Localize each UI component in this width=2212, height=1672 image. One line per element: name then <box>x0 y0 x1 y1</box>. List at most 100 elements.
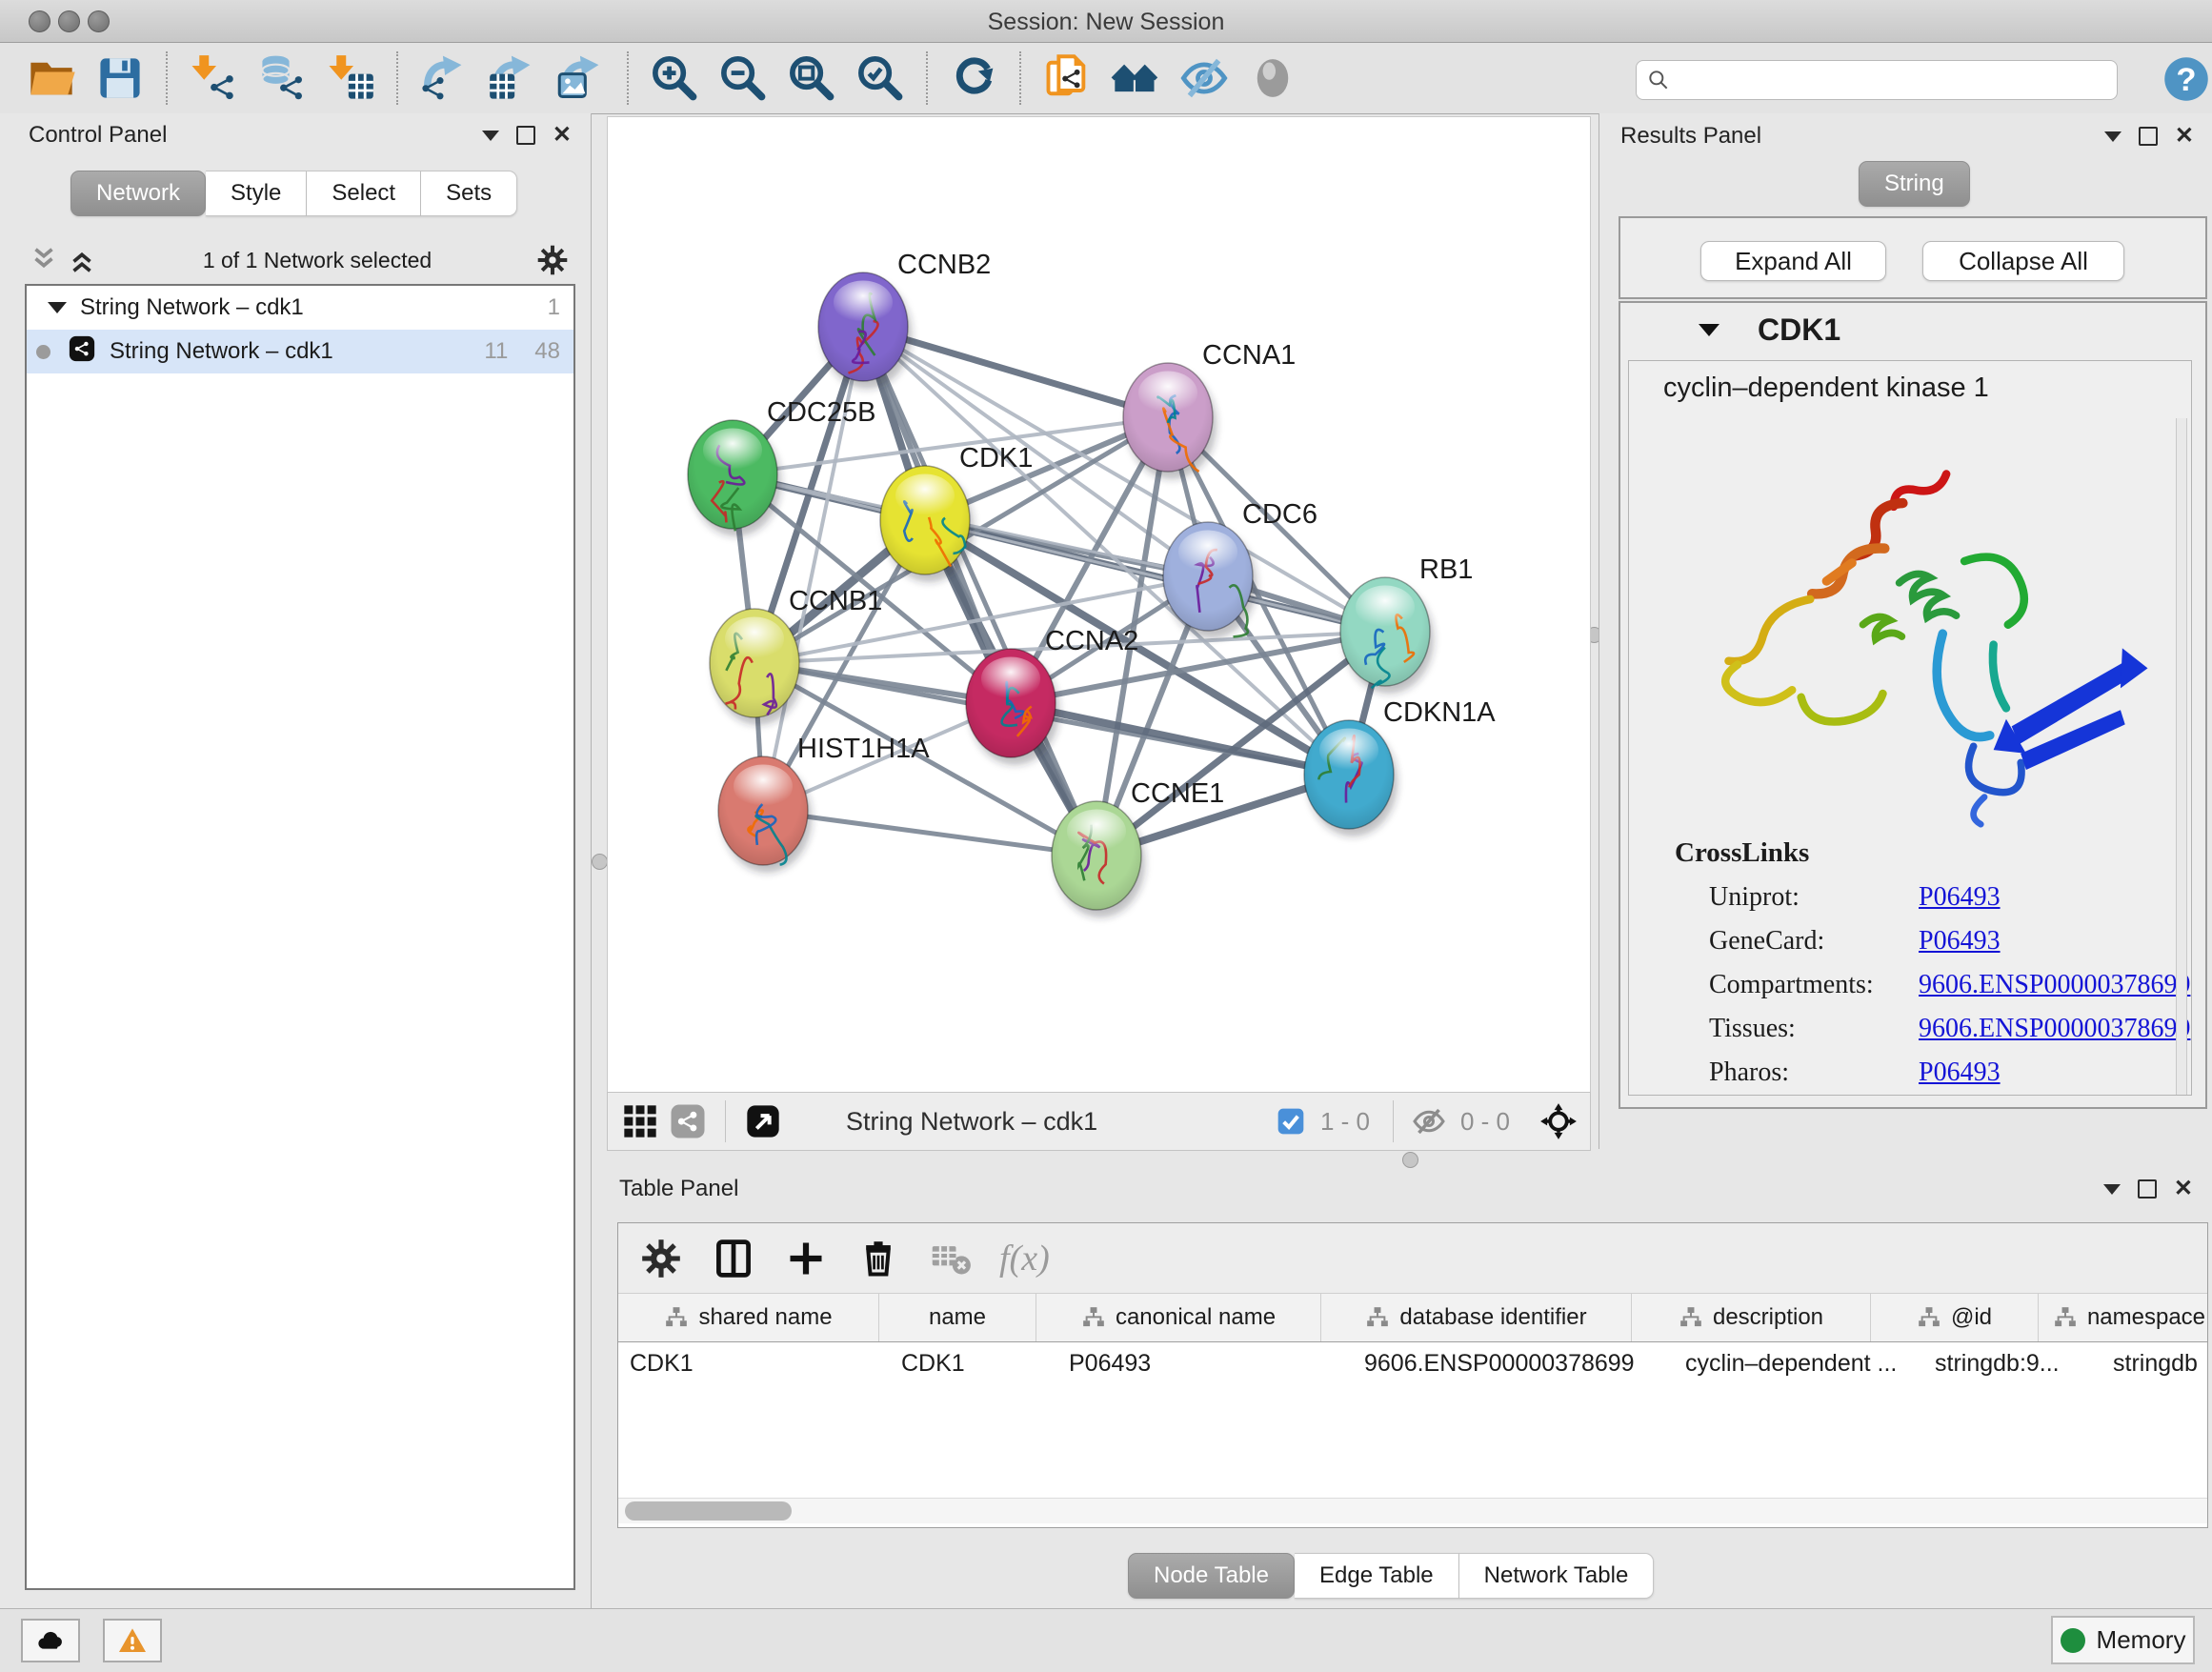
export-image-button[interactable] <box>553 50 610 107</box>
expand-all-button[interactable]: Expand All <box>1700 241 1886 281</box>
network-node[interactable] <box>880 466 974 582</box>
open-folder-button[interactable] <box>23 50 80 107</box>
network-options-gear-icon[interactable] <box>533 241 572 279</box>
crosslink-link[interactable]: P06493 <box>1919 926 2001 957</box>
tab-string[interactable]: String <box>1859 161 1970 207</box>
tab-sets[interactable]: Sets <box>421 171 517 216</box>
export-table-button[interactable] <box>484 50 541 107</box>
selected-checkbox-icon[interactable] <box>1276 1106 1306 1137</box>
tree-row-network[interactable]: String Network – cdk1 11 48 <box>27 330 573 373</box>
table-cell[interactable]: P06493 <box>1057 1342 1353 1385</box>
search-input[interactable] <box>1671 63 2117 97</box>
gene-section-header[interactable]: CDK1 <box>1620 303 2205 356</box>
import-network-file-button[interactable] <box>185 50 242 107</box>
tab-network[interactable]: Network <box>70 171 206 216</box>
home-network-button[interactable] <box>1107 50 1164 107</box>
control-panel-collapse-icon[interactable] <box>482 131 499 141</box>
tab-select[interactable]: Select <box>307 171 421 216</box>
control-panel-float-icon[interactable] <box>516 126 535 145</box>
column-header-database-identifier[interactable]: database identifier <box>1321 1294 1632 1341</box>
hide-selected-button[interactable] <box>1176 50 1233 107</box>
save-session-button[interactable] <box>91 50 149 107</box>
zoom-selected-button[interactable] <box>852 50 909 107</box>
memory-button[interactable]: Memory <box>2051 1616 2195 1664</box>
table-panel-float-icon[interactable] <box>2138 1179 2157 1199</box>
grid-view-icon[interactable] <box>621 1102 659 1140</box>
tree-row-collection[interactable]: String Network – cdk1 1 <box>27 286 573 330</box>
network-node[interactable] <box>1340 577 1434 694</box>
help-button[interactable]: ? <box>2161 53 2212 105</box>
hidden-eye-slash-icon[interactable] <box>1412 1104 1446 1138</box>
results-vertical-scrollbar[interactable] <box>2176 418 2187 1096</box>
network-edge[interactable] <box>763 811 1096 856</box>
network-node[interactable] <box>966 649 1059 765</box>
delete-column-button[interactable] <box>849 1233 908 1284</box>
network-node[interactable] <box>1304 720 1398 836</box>
crosslink-link[interactable]: P06493 <box>1919 1058 2001 1088</box>
results-panel-close-icon[interactable]: ✕ <box>2175 125 2194 148</box>
tab-network-table[interactable]: Network Table <box>1459 1553 1655 1599</box>
scrollbar-thumb[interactable] <box>625 1501 792 1521</box>
table-cell[interactable]: cyclin–dependent ... <box>1674 1342 1923 1385</box>
network-node[interactable] <box>1123 363 1217 479</box>
zoom-fit-button[interactable] <box>783 50 840 107</box>
network-canvas[interactable]: CCNB2CCNA1CDC25BCDK1CDC6RB1CCNB1CCNA2CDK… <box>607 116 1591 1094</box>
crosslink-link[interactable]: 9606.ENSP00000378699 <box>1919 970 2190 1000</box>
zoom-out-button[interactable] <box>714 50 772 107</box>
column-header-name[interactable]: name <box>879 1294 1036 1341</box>
table-settings-button[interactable] <box>632 1233 691 1284</box>
collapse-all-networks-icon[interactable] <box>25 241 63 279</box>
splitter-handle[interactable] <box>1402 1152 1418 1168</box>
search-field[interactable] <box>1636 60 2118 100</box>
table-cell[interactable]: stringdb:9... <box>1923 1342 2101 1385</box>
network-node[interactable] <box>818 272 912 389</box>
network-node[interactable] <box>1163 522 1257 638</box>
warnings-button[interactable] <box>103 1619 162 1662</box>
table-row[interactable]: CDK1CDK1P064939606.ENSP00000378699cyclin… <box>618 1342 2207 1385</box>
column-header-shared-name[interactable]: shared name <box>618 1294 879 1341</box>
network-node[interactable] <box>1052 801 1145 917</box>
table-horizontal-scrollbar[interactable] <box>618 1498 2207 1523</box>
table-panel-close-icon[interactable]: ✕ <box>2174 1178 2193 1200</box>
network-edge[interactable] <box>1011 703 1349 775</box>
import-table-button[interactable] <box>322 50 379 107</box>
fit-crosshair-icon[interactable] <box>1538 1101 1579 1141</box>
network-node[interactable] <box>718 756 812 873</box>
network-edge[interactable] <box>863 327 1096 856</box>
network-node[interactable] <box>710 609 803 725</box>
collapse-all-button[interactable]: Collapse All <box>1922 241 2124 281</box>
control-panel-close-icon[interactable]: ✕ <box>553 124 572 147</box>
refresh-view-button[interactable] <box>945 50 1002 107</box>
table-cell[interactable]: CDK1 <box>890 1342 1057 1385</box>
column-header-description[interactable]: description <box>1632 1294 1871 1341</box>
collapse-gene-icon[interactable] <box>1699 324 1719 336</box>
tab-edge-table[interactable]: Edge Table <box>1295 1553 1459 1599</box>
tree-expander-icon[interactable] <box>48 302 67 313</box>
crosslink-link[interactable]: P06493 <box>1919 882 2001 913</box>
import-network-database-button[interactable] <box>253 50 311 107</box>
column-header-namespace[interactable]: namespace <box>2039 1294 2212 1341</box>
results-panel-collapse-icon[interactable] <box>2104 131 2122 142</box>
add-column-button[interactable] <box>776 1233 835 1284</box>
table-cell[interactable]: 9606.ENSP00000378699 <box>1353 1342 1674 1385</box>
results-panel-float-icon[interactable] <box>2139 127 2158 146</box>
expand-all-networks-icon[interactable] <box>63 241 101 279</box>
show-eye-button[interactable] <box>1244 50 1301 107</box>
first-neighbors-button[interactable] <box>1038 50 1096 107</box>
column-header--id[interactable]: @id <box>1871 1294 2039 1341</box>
table-cell[interactable]: stringdb <box>2101 1342 2212 1385</box>
cloud-button[interactable] <box>21 1619 80 1662</box>
zoom-in-button[interactable] <box>646 50 703 107</box>
network-view-icon[interactable] <box>669 1102 707 1140</box>
table-panel-collapse-icon[interactable] <box>2103 1184 2121 1195</box>
crosslink-link[interactable]: 9606.ENSP00000378699 <box>1919 1014 2190 1044</box>
tab-style[interactable]: Style <box>206 171 307 216</box>
table-cell[interactable]: CDK1 <box>618 1342 890 1385</box>
splitter-handle[interactable] <box>592 854 608 870</box>
detach-view-icon[interactable] <box>744 1102 782 1140</box>
delete-table-button <box>921 1233 980 1284</box>
export-network-button[interactable] <box>415 50 473 107</box>
column-header-canonical-name[interactable]: canonical name <box>1036 1294 1321 1341</box>
show-columns-button[interactable] <box>704 1233 763 1284</box>
tab-node-table[interactable]: Node Table <box>1128 1553 1295 1599</box>
